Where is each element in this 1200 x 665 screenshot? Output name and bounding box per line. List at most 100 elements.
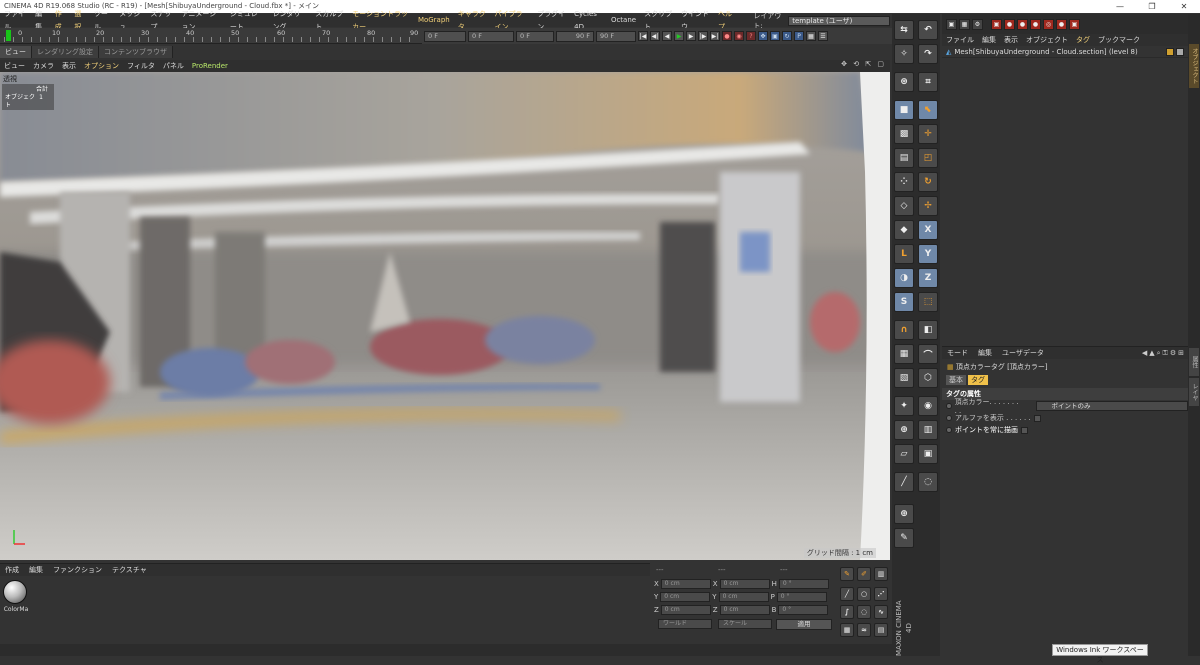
red-tool-6-icon[interactable]: ● (1056, 18, 1067, 30)
live-selection-icon[interactable]: ✧ (894, 44, 914, 64)
coord-mode-select[interactable]: ワールド (658, 619, 712, 629)
tab-render-settings[interactable]: レンダリング設定 (32, 46, 99, 58)
viewport-nav-icons[interactable]: ✥ ⟲ ⇱ ▢ (841, 60, 886, 68)
maximize-button[interactable]: ❐ (1136, 0, 1168, 13)
layers-tool-icon[interactable]: ▤ (874, 623, 888, 637)
range-end-field[interactable]: 90 F (556, 30, 594, 42)
red-tool-1-icon[interactable]: ▣ (991, 18, 1002, 30)
prev-frame-icon[interactable]: ◀ (662, 31, 672, 41)
rotate-icon[interactable]: ↻ (918, 172, 938, 192)
hair-tool-icon[interactable]: ⋰ (874, 587, 888, 601)
brush-tool-icon[interactable]: ✐ (857, 567, 871, 581)
undo-view-icon[interactable]: ⇆ (894, 20, 914, 40)
autokey-icon[interactable]: ◉ (734, 31, 744, 41)
axis-mode-icon[interactable]: L (894, 244, 914, 264)
mograph-icon[interactable]: ✦ (894, 396, 914, 416)
apply-button[interactable]: 適用 (776, 619, 832, 630)
sculpt-brush-icon[interactable]: ╱ (894, 472, 914, 492)
texture-mode-icon[interactable]: ▩ (894, 124, 914, 144)
spline-icon[interactable]: ⌒ (918, 344, 938, 364)
scale-key-icon[interactable]: ▣ (770, 31, 780, 41)
scale-icon[interactable]: ◰ (918, 148, 938, 168)
move-icon[interactable]: ✛ (918, 124, 938, 144)
paint-tool-icon[interactable]: ✎ (840, 567, 854, 581)
lock-icon[interactable]: ⚿ (1163, 349, 1168, 358)
checkerboard-icon[interactable]: ▦ (894, 344, 914, 364)
rotation-b-field[interactable]: 0 ° (778, 605, 829, 615)
z-axis-lock-icon[interactable]: Z (918, 268, 938, 288)
mat-menu-texture[interactable]: テクスチャ (107, 565, 152, 575)
light-icon[interactable]: ◌ (918, 472, 938, 492)
add-tag-icon[interactable]: ⊕ (894, 504, 914, 524)
menu-panel[interactable]: パネル (159, 60, 188, 72)
redo-icon[interactable]: ↷ (918, 44, 938, 64)
camera-icon[interactable]: ▣ (918, 444, 938, 464)
rotation-h-field[interactable]: 0 ° (778, 579, 829, 589)
parameter-key-icon[interactable]: P (794, 31, 804, 41)
scene-icon[interactable]: ⊕ (894, 420, 914, 440)
menu-options[interactable]: オプション (80, 60, 123, 72)
material-thumbnail[interactable]: ColorMa (3, 580, 29, 620)
obj-menu-view[interactable]: 表示 (1000, 35, 1022, 45)
mat-menu-function[interactable]: ファンクション (48, 565, 107, 575)
tab-basic[interactable]: 基本 (946, 375, 966, 385)
new-window-icon[interactable]: ⊞ (1178, 349, 1184, 358)
back-arrow-icon[interactable]: ◀ (1142, 349, 1147, 358)
obj-menu-tags[interactable]: タグ (1072, 35, 1094, 45)
subdivision-icon[interactable]: ⬡ (918, 368, 938, 388)
attr-menu-mode[interactable]: モード (942, 348, 973, 358)
menu-octane[interactable]: Octane (607, 14, 640, 27)
undo-icon[interactable]: ↶ (918, 20, 938, 40)
position-z-field[interactable]: 0 cm (660, 605, 711, 615)
mat-menu-edit[interactable]: 編集 (24, 565, 48, 575)
menu-camera[interactable]: カメラ (29, 60, 58, 72)
y-axis-lock-icon[interactable]: Y (918, 244, 938, 264)
curve-tool-icon[interactable]: ∿ (874, 605, 888, 619)
menu-prorender[interactable]: ProRender (188, 60, 232, 72)
pla-key-icon[interactable]: ▦ (806, 31, 816, 41)
attr-menu-edit[interactable]: 編集 (973, 348, 997, 358)
render-view-icon[interactable]: ▣ (946, 18, 957, 30)
rotation-p-field[interactable]: 0 ° (776, 592, 827, 602)
menu-mograph[interactable]: MoGraph (414, 14, 454, 27)
line-tool-icon[interactable]: ╱ (840, 587, 854, 601)
side-tab-layers[interactable]: レイヤ (1189, 378, 1199, 406)
end-frame-field[interactable]: 90 F (596, 30, 636, 42)
grid-icon[interactable]: ▦ (840, 623, 854, 637)
keyframe-dot[interactable] (946, 403, 952, 409)
stroke-tool-icon[interactable]: ∫ (840, 605, 854, 619)
menu-display[interactable]: 表示 (58, 60, 80, 72)
show-alpha-checkbox[interactable] (1033, 414, 1041, 422)
range-start-field[interactable]: 0 F (516, 30, 554, 42)
side-tab-attributes[interactable]: 属性 (1189, 348, 1199, 376)
size-y-field[interactable]: 0 cm (718, 592, 769, 602)
tweak-mode-icon[interactable]: ◑ (894, 268, 914, 288)
size-x-field[interactable]: 0 cm (719, 579, 770, 589)
position-y-field[interactable]: 0 cm (660, 592, 711, 602)
texture-tag-icon[interactable] (1176, 47, 1184, 56)
object-row[interactable]: ◭ Mesh[ShibuyaUnderground - Cloud.sectio… (942, 46, 1188, 58)
edges-mode-icon[interactable]: ◇ (894, 196, 914, 216)
obj-menu-edit[interactable]: 編集 (978, 35, 1000, 45)
pin-icon[interactable]: ✎ (894, 528, 914, 548)
menu-view[interactable]: ビュー (0, 60, 29, 72)
model-mode-icon[interactable]: ■ (894, 100, 914, 120)
grid-tool-icon[interactable]: ▧ (894, 368, 914, 388)
goto-start-icon[interactable]: |◀ (638, 31, 648, 41)
size-z-field[interactable]: 0 cm (719, 605, 770, 615)
prev-key-icon[interactable]: ◀| (650, 31, 660, 41)
tab-tag[interactable]: タグ (968, 375, 988, 385)
keyframe-dot[interactable] (946, 427, 952, 433)
settings-icon[interactable]: ⚙ (1170, 349, 1176, 358)
coord-scale-select[interactable]: スケール (718, 619, 772, 629)
play-icon[interactable]: ▶ (674, 31, 684, 41)
tab-content-browser[interactable]: コンテンツブラウザ (99, 46, 173, 58)
red-tool-2-icon[interactable]: ● (1004, 18, 1015, 30)
recent-tool-icon[interactable]: ✢ (918, 196, 938, 216)
red-tool-7-icon[interactable]: ▣ (1069, 18, 1080, 30)
tab-view[interactable]: ビュー (0, 46, 32, 58)
keyframe-selection-icon[interactable]: ? (746, 31, 756, 41)
obj-menu-file[interactable]: ファイル (942, 35, 978, 45)
up-arrow-icon[interactable]: ▲ (1149, 349, 1154, 358)
red-tool-4-icon[interactable]: ● (1030, 18, 1041, 30)
